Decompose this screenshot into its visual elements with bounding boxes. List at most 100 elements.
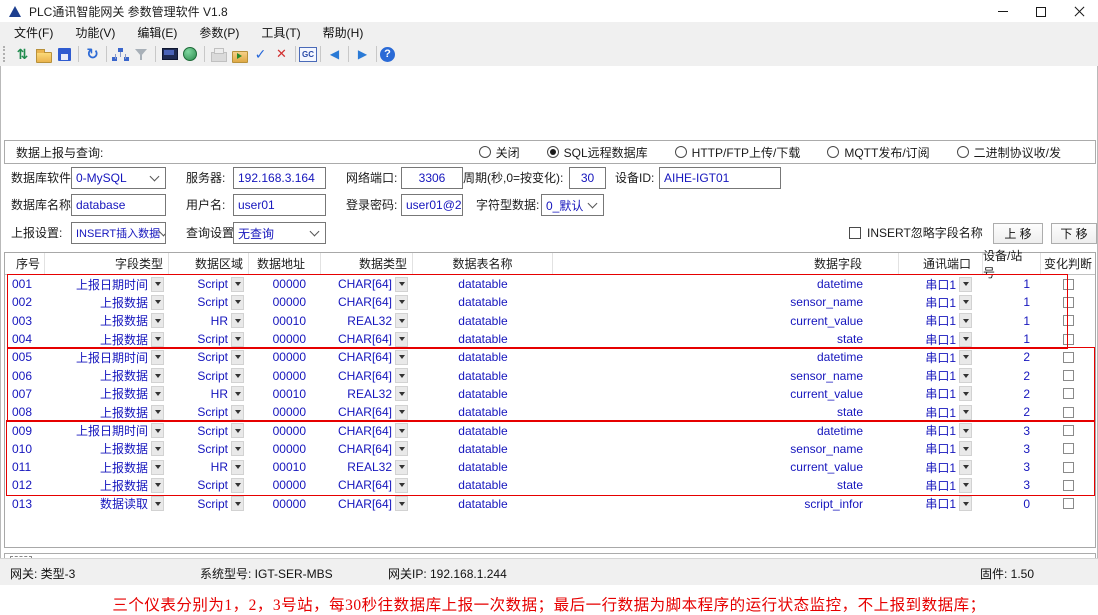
- dropdown-icon[interactable]: [231, 478, 244, 493]
- dropdown-icon[interactable]: [959, 423, 972, 438]
- dropdown-icon[interactable]: [959, 496, 972, 511]
- checkbox-icon[interactable]: [1063, 297, 1074, 308]
- dropdown-icon[interactable]: [151, 277, 164, 292]
- dropdown-icon[interactable]: [151, 368, 164, 383]
- dropdown-icon[interactable]: [959, 350, 972, 365]
- dropdown-icon[interactable]: [231, 386, 244, 401]
- db-software-select[interactable]: 0-MySQL: [71, 167, 166, 189]
- checkbox-icon[interactable]: [1063, 462, 1074, 473]
- menu-item-2[interactable]: 功能(V): [64, 24, 126, 41]
- dropdown-icon[interactable]: [151, 332, 164, 347]
- move-up-button[interactable]: 上 移: [993, 223, 1043, 244]
- dropdown-icon[interactable]: [959, 295, 972, 310]
- close-button[interactable]: [1060, 0, 1098, 22]
- report-mode-radio-2[interactable]: SQL远程数据库: [547, 144, 648, 161]
- restore-button[interactable]: [1022, 0, 1060, 22]
- char-type-select[interactable]: 0_默认: [541, 194, 604, 216]
- device-id-input[interactable]: AIHE-IGT01: [659, 167, 781, 189]
- open-file-icon[interactable]: [33, 44, 54, 64]
- dropdown-icon[interactable]: [395, 478, 408, 493]
- dropdown-icon[interactable]: [231, 277, 244, 292]
- export-icon[interactable]: [229, 44, 250, 64]
- password-input[interactable]: user01@20190: [401, 194, 463, 216]
- user-input[interactable]: user01: [233, 194, 326, 216]
- dropdown-icon[interactable]: [959, 441, 972, 456]
- checkbox-icon[interactable]: [1063, 315, 1074, 326]
- checkbox-icon[interactable]: [1063, 480, 1074, 491]
- help-icon[interactable]: ?: [380, 47, 395, 62]
- dropdown-icon[interactable]: [231, 496, 244, 511]
- dropdown-icon[interactable]: [151, 460, 164, 475]
- menu-item-5[interactable]: 工具(T): [250, 24, 311, 41]
- report-mode-radio-4[interactable]: MQTT发布/订阅: [827, 144, 929, 161]
- dropdown-icon[interactable]: [231, 368, 244, 383]
- menu-item-4[interactable]: 参数(P): [188, 24, 250, 41]
- dropdown-icon[interactable]: [231, 423, 244, 438]
- dropdown-icon[interactable]: [151, 478, 164, 493]
- dropdown-icon[interactable]: [395, 368, 408, 383]
- report-setting-select[interactable]: INSERT插入数据: [71, 222, 166, 244]
- filter-icon[interactable]: [131, 44, 152, 64]
- dropdown-icon[interactable]: [959, 478, 972, 493]
- delete-icon[interactable]: ✕: [271, 44, 292, 64]
- insert-ignore-checkbox[interactable]: [849, 227, 861, 239]
- dropdown-icon[interactable]: [959, 460, 972, 475]
- dropdown-icon[interactable]: [151, 423, 164, 438]
- dropdown-icon[interactable]: [395, 386, 408, 401]
- topology-icon[interactable]: [110, 44, 131, 64]
- checkbox-icon[interactable]: [1063, 443, 1074, 454]
- dropdown-icon[interactable]: [395, 277, 408, 292]
- menu-item-3[interactable]: 编辑(E): [126, 24, 188, 41]
- dropdown-icon[interactable]: [151, 313, 164, 328]
- report-mode-radio-1[interactable]: 关闭: [479, 144, 520, 161]
- net-port-input[interactable]: 3306: [401, 167, 463, 189]
- upload-params-icon[interactable]: ⇅: [12, 44, 33, 64]
- dropdown-icon[interactable]: [231, 460, 244, 475]
- network-globe-icon[interactable]: [180, 44, 201, 64]
- dropdown-icon[interactable]: [959, 332, 972, 347]
- cycle-input[interactable]: 30: [569, 167, 606, 189]
- checkbox-icon[interactable]: [1063, 388, 1074, 399]
- dropdown-icon[interactable]: [395, 332, 408, 347]
- checkbox-icon[interactable]: [1063, 370, 1074, 381]
- gc-icon[interactable]: GC: [299, 47, 317, 62]
- dropdown-icon[interactable]: [231, 332, 244, 347]
- checkbox-icon[interactable]: [1063, 352, 1074, 363]
- refresh-icon[interactable]: ↻: [82, 44, 103, 64]
- dropdown-icon[interactable]: [959, 386, 972, 401]
- dropdown-icon[interactable]: [231, 295, 244, 310]
- dropdown-icon[interactable]: [959, 313, 972, 328]
- dropdown-icon[interactable]: [231, 313, 244, 328]
- report-mode-radio-5[interactable]: 二进制协议收/发: [957, 144, 1061, 161]
- dropdown-icon[interactable]: [395, 313, 408, 328]
- server-input[interactable]: 192.168.3.164: [233, 167, 326, 189]
- back-icon[interactable]: ◀: [324, 44, 345, 64]
- dropdown-icon[interactable]: [151, 496, 164, 511]
- checkbox-icon[interactable]: [1063, 498, 1074, 509]
- apply-check-icon[interactable]: ✓: [250, 44, 271, 64]
- dropdown-icon[interactable]: [959, 368, 972, 383]
- db-name-input[interactable]: database: [71, 194, 166, 216]
- dropdown-icon[interactable]: [395, 295, 408, 310]
- dropdown-icon[interactable]: [395, 460, 408, 475]
- dropdown-icon[interactable]: [151, 405, 164, 420]
- menu-item-1[interactable]: 文件(F): [3, 24, 64, 41]
- monitor-icon[interactable]: [159, 44, 180, 64]
- checkbox-icon[interactable]: [1063, 425, 1074, 436]
- dropdown-icon[interactable]: [395, 441, 408, 456]
- checkbox-icon[interactable]: [1063, 334, 1074, 345]
- dropdown-icon[interactable]: [395, 423, 408, 438]
- dropdown-icon[interactable]: [231, 441, 244, 456]
- checkbox-icon[interactable]: [1063, 407, 1074, 418]
- dropdown-icon[interactable]: [231, 350, 244, 365]
- dropdown-icon[interactable]: [151, 295, 164, 310]
- dropdown-icon[interactable]: [151, 386, 164, 401]
- query-setting-select[interactable]: 无查询: [233, 222, 326, 244]
- dropdown-icon[interactable]: [395, 405, 408, 420]
- print-icon[interactable]: [208, 44, 229, 64]
- minimize-button[interactable]: [984, 0, 1022, 22]
- dropdown-icon[interactable]: [395, 350, 408, 365]
- dropdown-icon[interactable]: [231, 405, 244, 420]
- forward-icon[interactable]: ▶: [352, 44, 373, 64]
- dropdown-icon[interactable]: [395, 496, 408, 511]
